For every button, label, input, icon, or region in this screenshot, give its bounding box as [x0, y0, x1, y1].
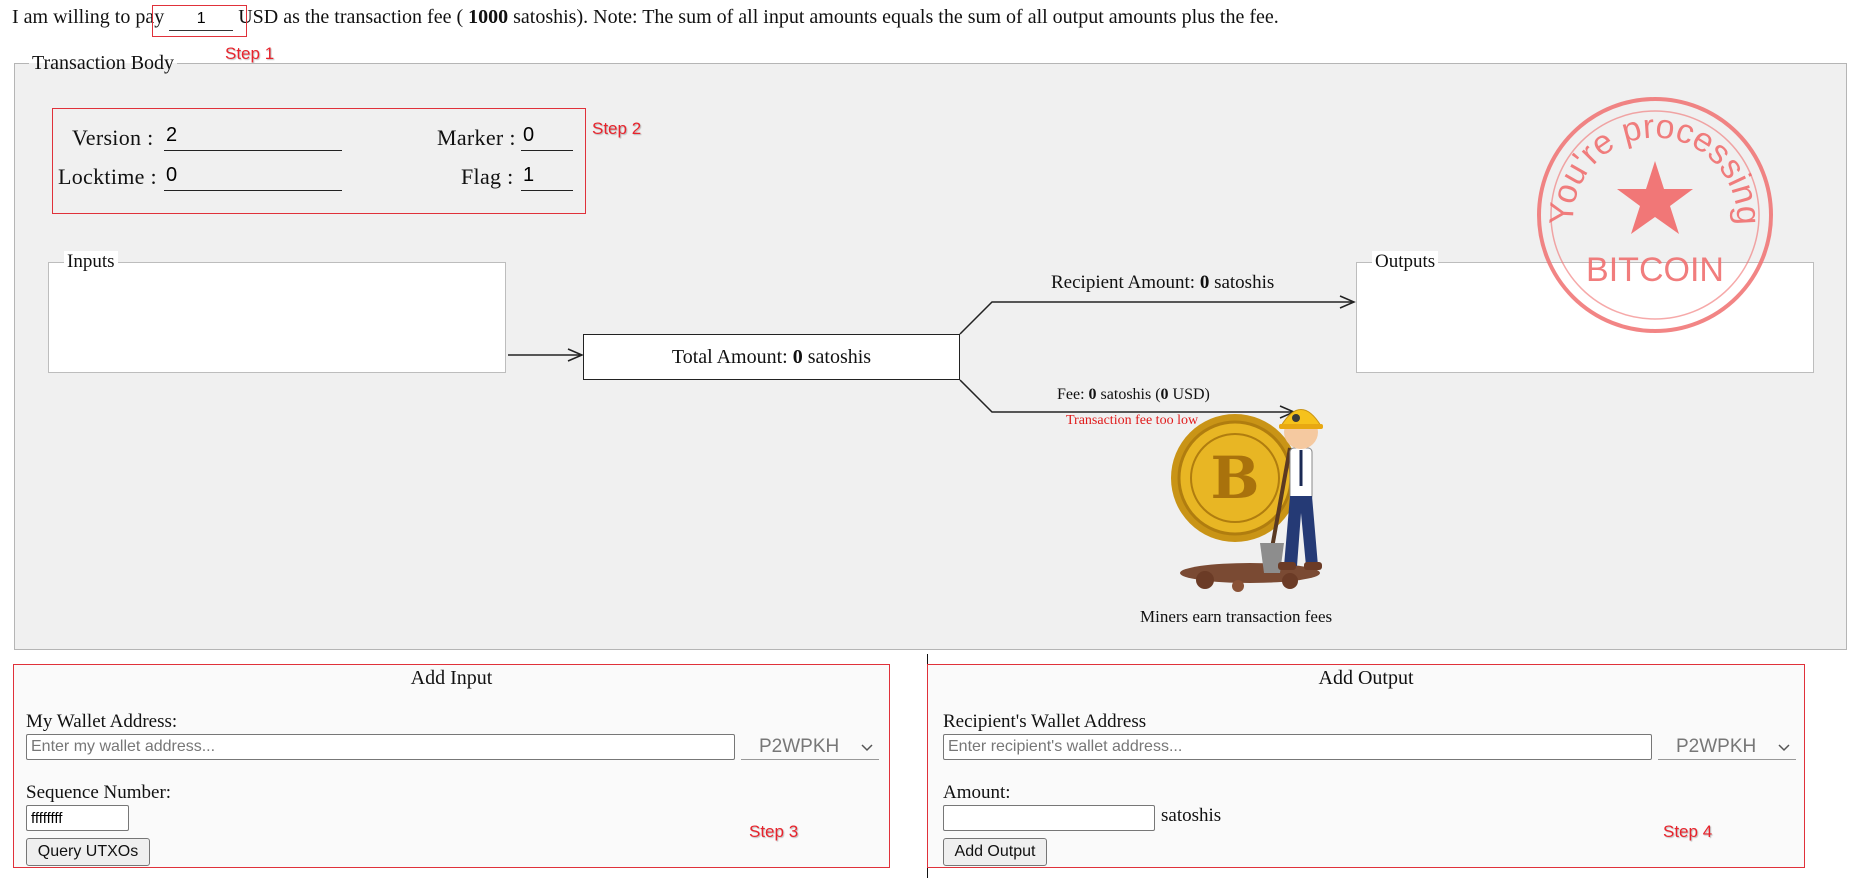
recipient-wallet-input[interactable] [943, 734, 1652, 760]
total-amount-box: Total Amount: 0 satoshis [583, 334, 960, 380]
query-utxos-button[interactable]: Query UTXOs [26, 838, 150, 866]
recipient-wallet-label: Recipient's Wallet Address [943, 711, 1147, 732]
chevron-down-icon [861, 736, 873, 758]
add-output-button[interactable]: Add Output [943, 838, 1047, 866]
total-value: 0 [792, 345, 803, 368]
total-suffix: satoshis [807, 345, 872, 368]
chevron-down-icon [1778, 736, 1790, 758]
total-prefix: Total Amount: [671, 345, 788, 368]
add-input-title: Add Input [410, 667, 493, 689]
my-wallet-input[interactable] [26, 734, 735, 760]
sequence-label: Sequence Number: [26, 782, 172, 803]
amount-input[interactable] [943, 805, 1155, 831]
step3-label: Step 3 [749, 822, 799, 841]
input-address-type-value: P2WPKH [759, 735, 840, 757]
output-address-type-value: P2WPKH [1676, 735, 1757, 757]
add-input-panel: Add Input My Wallet Address: P2WPKH Sequ… [13, 664, 890, 868]
fee-amount-mid: satoshis ( [1100, 386, 1161, 403]
recipient-value: 0 [1199, 272, 1210, 293]
add-output-panel: Add Output Recipient's Wallet Address P2… [927, 664, 1805, 868]
recipient-suffix: satoshis [1214, 272, 1275, 293]
miner-illustration: B [1171, 409, 1323, 592]
step4-label: Step 4 [1663, 822, 1713, 841]
output-address-type-select[interactable]: P2WPKH [1658, 734, 1796, 760]
stamp-bottom-text: BITCOIN [1586, 251, 1724, 289]
add-output-title: Add Output [1318, 667, 1414, 689]
recipient-prefix: Recipient Amount: [1051, 272, 1196, 293]
amount-unit: satoshis [1161, 805, 1222, 826]
input-address-type-select[interactable]: P2WPKH [741, 734, 879, 760]
fee-amount-prefix: Fee: [1057, 386, 1085, 403]
bitcoin-stamp: You're processing BITCOIN [1537, 97, 1773, 333]
fee-amount-sats: 0 [1088, 386, 1097, 403]
sequence-input[interactable] [26, 805, 129, 831]
svg-text:B: B [1210, 444, 1259, 512]
miner-caption: Miners earn transaction fees [1140, 607, 1333, 626]
recipient-amount: Recipient Amount: 0 satoshis [1051, 272, 1274, 294]
my-wallet-label: My Wallet Address: [26, 711, 178, 732]
amount-label: Amount: [943, 782, 1011, 803]
